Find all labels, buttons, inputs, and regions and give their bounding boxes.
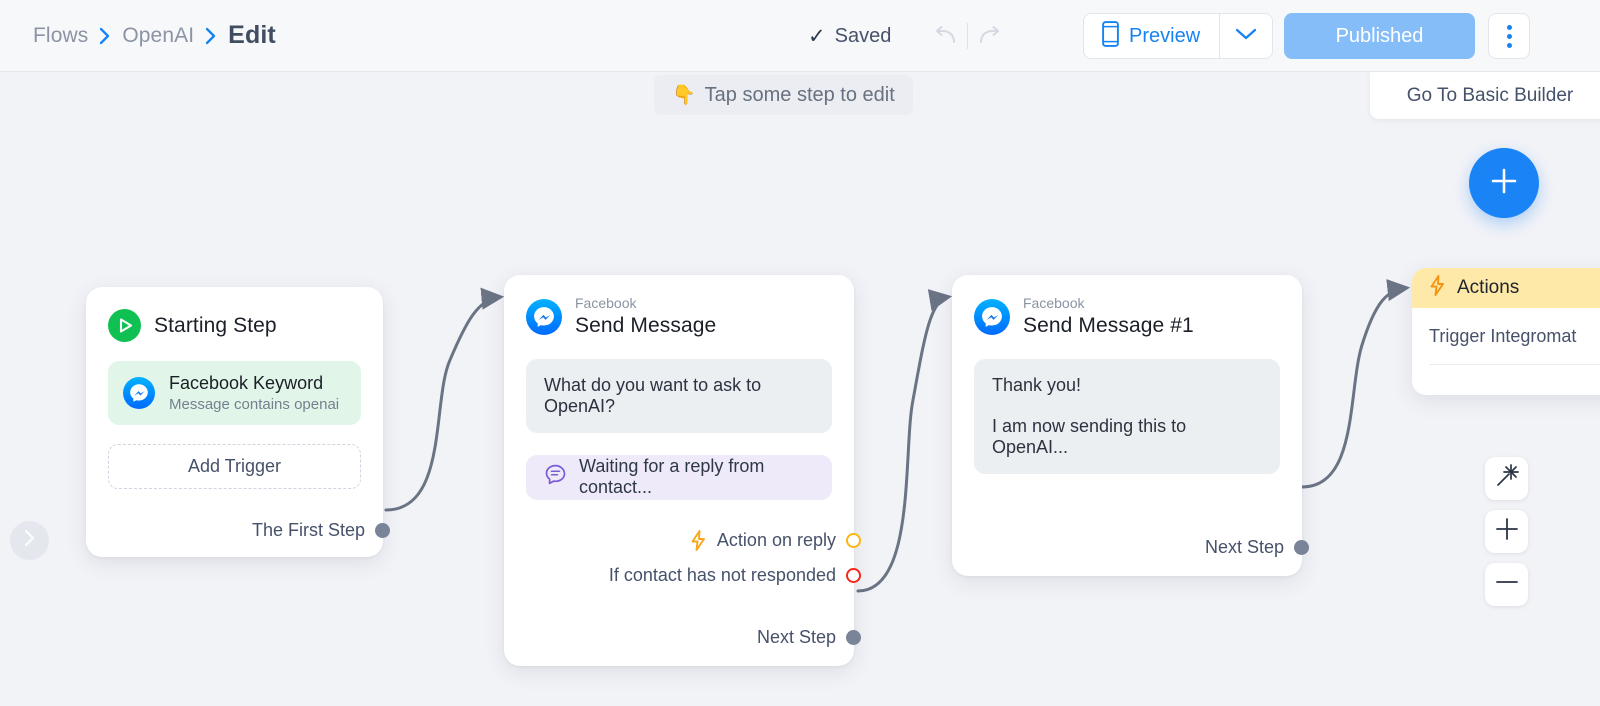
zoom-in-button[interactable] [1485,510,1528,553]
plus-icon [1494,516,1520,547]
port-label: If contact has not responded [609,565,836,586]
play-circle-icon [108,309,141,342]
port-connector-dot[interactable] [375,523,390,538]
preview-dropdown-toggle[interactable] [1219,14,1272,58]
node-header: Facebook Send Message [526,295,832,339]
port-label: The First Step [252,520,365,541]
trigger-facebook-keyword[interactable]: Facebook Keyword Message contains openai [108,361,361,425]
go-to-basic-builder-label: Go To Basic Builder [1407,85,1574,107]
tap-step-hint-label: Tap some step to edit [705,84,895,107]
port-the-first-step[interactable]: The First Step [108,520,390,541]
facebook-messenger-icon [974,299,1010,335]
lightning-bolt-icon [690,530,707,551]
actions-item-trigger-integromat[interactable]: Trigger Integromat [1429,326,1600,364]
chevron-right-icon [22,528,37,553]
message-text-block[interactable]: Thank you! I am now sending this to Open… [974,359,1280,474]
node-title: Send Message #1 [1023,313,1194,339]
more-vertical-icon [1507,25,1512,30]
expand-left-panel-button[interactable] [10,521,49,560]
trigger-title: Facebook Keyword [169,372,339,395]
check-icon: ✓ [808,26,826,47]
node-header: Facebook Send Message #1 [974,295,1280,339]
preview-button[interactable]: Preview [1084,14,1219,58]
port-next-step[interactable]: Next Step [526,627,861,648]
chat-bubble-icon [544,463,567,491]
port-label: Next Step [1205,537,1284,558]
flow-canvas[interactable]: Starting Step Facebook Keyword Message c… [0,72,1600,706]
go-to-basic-builder-button[interactable]: Go To Basic Builder [1370,72,1600,119]
port-label: Next Step [757,627,836,648]
auto-layout-button[interactable] [1485,457,1528,500]
port-next-step[interactable]: Next Step [974,537,1309,558]
port-action-on-reply[interactable]: Action on reply [526,530,861,551]
port-if-not-responded[interactable]: If contact has not responded [526,565,861,586]
node-send-message[interactable]: Facebook Send Message What do you want t… [504,275,854,666]
node-header: Starting Step [108,309,361,342]
message-line: I am now sending this to OpenAI... [992,416,1262,458]
published-label: Published [1336,25,1424,48]
node-channel-label: Facebook [1023,295,1194,313]
undo-icon[interactable] [925,15,967,57]
port-connector-dot[interactable] [846,533,861,548]
breadcrumb-item-flows[interactable]: Flows [33,24,88,48]
add-step-fab[interactable] [1469,148,1539,218]
actions-spacer [1429,365,1600,395]
trigger-subtitle: Message contains openai [169,395,339,415]
canvas-zoom-tools [1485,457,1528,606]
redo-icon[interactable] [968,15,1010,57]
more-vertical-icon [1507,43,1512,48]
preview-label: Preview [1129,25,1200,48]
actions-body: Trigger Integromat [1412,308,1600,395]
published-button[interactable]: Published [1284,13,1475,59]
chevron-right-icon [99,26,111,46]
breadcrumb-item-openai[interactable]: OpenAI [122,24,194,48]
flow-builder-app: Flows OpenAI Edit ✓ Saved [0,0,1600,706]
facebook-messenger-icon [123,377,155,409]
chevron-right-icon [205,26,217,46]
node-title: Starting Step [154,314,277,338]
node-send-message-1[interactable]: Facebook Send Message #1 Thank you! I am… [952,275,1302,576]
node-title-group: Facebook Send Message #1 [1023,295,1194,339]
port-connector-dot[interactable] [1294,540,1309,555]
undo-redo-group [925,15,1010,57]
magic-wand-icon [1494,463,1520,494]
waiting-label: Waiting for a reply from contact... [579,456,814,498]
port-label: Action on reply [717,530,836,551]
node-starting-step[interactable]: Starting Step Facebook Keyword Message c… [86,287,383,557]
waiting-for-reply-block[interactable]: Waiting for a reply from contact... [526,455,832,500]
preview-button-group: Preview [1083,13,1273,59]
plus-icon [1487,164,1521,203]
facebook-messenger-icon [526,299,562,335]
port-connector-dot[interactable] [846,630,861,645]
actions-header-label: Actions [1457,277,1519,299]
save-status-group: ✓ Saved [808,0,1010,72]
trigger-text-group: Facebook Keyword Message contains openai [169,372,339,414]
message-text-block[interactable]: What do you want to ask to OpenAI? [526,359,832,433]
node-title-group: Facebook Send Message [575,295,716,339]
node-title: Send Message [575,313,716,339]
page-title: Edit [228,21,276,50]
more-vertical-icon [1507,34,1512,39]
tap-step-hint: 👇 Tap some step to edit [654,75,913,115]
minus-icon [1494,569,1520,600]
mobile-phone-icon [1102,21,1119,52]
breadcrumb: Flows OpenAI Edit [33,21,276,50]
add-trigger-label: Add Trigger [188,456,281,477]
chevron-down-icon [1235,27,1257,46]
saved-status-label: Saved [835,25,892,48]
message-line: What do you want to ask to OpenAI? [544,375,814,417]
message-line: Thank you! [992,375,1262,396]
node-actions[interactable]: Actions Trigger Integromat [1412,268,1600,395]
port-connector-dot[interactable] [846,568,861,583]
zoom-out-button[interactable] [1485,563,1528,606]
app-header: Flows OpenAI Edit ✓ Saved [0,0,1600,72]
lightning-bolt-icon [1429,275,1446,302]
pointing-down-icon: 👇 [672,86,696,105]
node-channel-label: Facebook [575,295,716,313]
more-options-button[interactable] [1488,13,1530,59]
add-trigger-button[interactable]: Add Trigger [108,444,361,489]
actions-header: Actions [1412,268,1600,308]
